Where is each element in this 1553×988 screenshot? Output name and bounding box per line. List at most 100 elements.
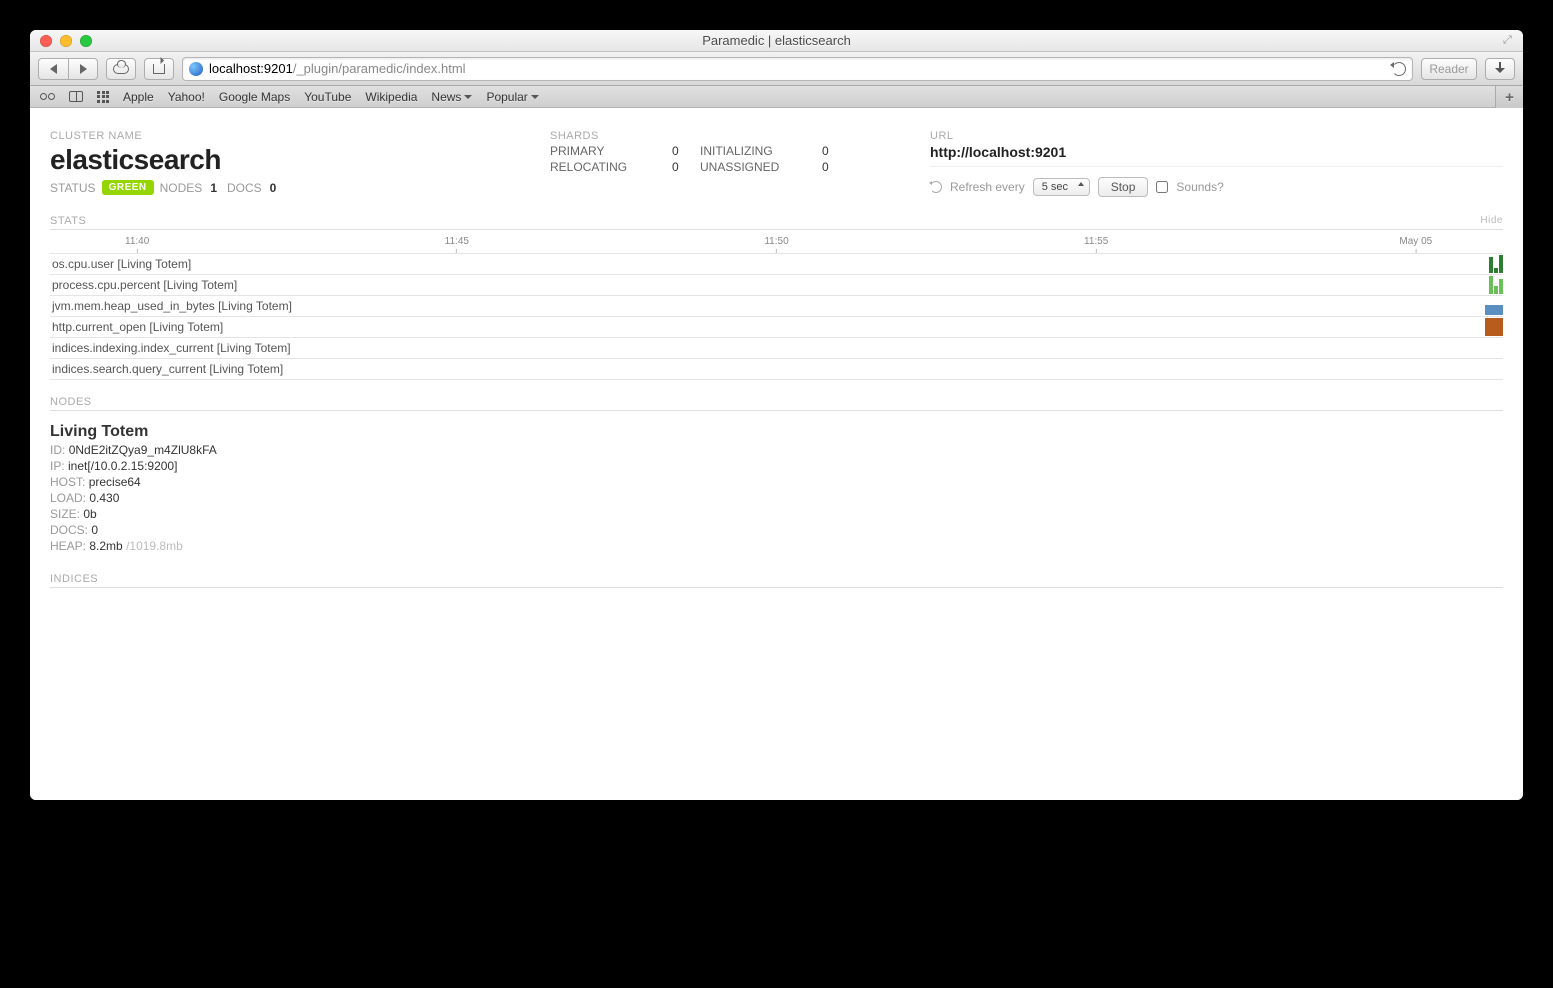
- divider: [930, 166, 1503, 167]
- timeline-tick: 11:55: [1084, 236, 1108, 253]
- page-content: CLUSTER NAME elasticsearch STATUS GREEN …: [30, 108, 1523, 800]
- download-icon: [1493, 62, 1507, 76]
- node-id: 0NdE2itZQya9_m4ZlU8kFA: [69, 443, 217, 457]
- nodes-label: NODES: [160, 181, 203, 195]
- initializing-value: 0: [822, 144, 838, 158]
- bookmark-popular[interactable]: Popular: [486, 90, 538, 104]
- url-label: URL: [930, 130, 1503, 142]
- reload-icon[interactable]: [1392, 62, 1406, 76]
- share-button[interactable]: [144, 58, 174, 80]
- node-heap-label: HEAP:: [50, 539, 86, 553]
- window-titlebar: Paramedic | elasticsearch ⤢: [30, 30, 1523, 52]
- relocating-label: RELOCATING: [550, 160, 660, 174]
- initializing-label: INITIALIZING: [700, 144, 810, 158]
- stats-timeline: 11:40 11:45 11:50 11:55 May 05: [50, 236, 1503, 254]
- indices-section-header: INDICES: [50, 573, 1503, 588]
- fullscreen-icon[interactable]: ⤢: [1503, 34, 1517, 48]
- url-panel: URL http://localhost:9201 Refresh every …: [930, 130, 1503, 197]
- docs-label: DOCS: [227, 181, 262, 195]
- node-name: Living Totem: [50, 423, 310, 441]
- refresh-label: Refresh every: [950, 180, 1025, 194]
- node-ip-label: IP:: [50, 459, 65, 473]
- window-zoom-button[interactable]: [80, 35, 92, 47]
- back-icon: [50, 64, 57, 74]
- unassigned-value: 0: [822, 160, 838, 174]
- docs-count: 0: [270, 181, 277, 195]
- cluster-url[interactable]: http://localhost:9201: [930, 144, 1503, 160]
- nodes-count: 1: [210, 181, 217, 195]
- stats-label: STATS: [50, 215, 86, 227]
- nodes-label: NODES: [50, 396, 92, 408]
- cluster-name: elasticsearch: [50, 144, 490, 176]
- browser-toolbar: localhost:9201/_plugin/paramedic/index.h…: [30, 52, 1523, 86]
- reading-list-icon[interactable]: [40, 93, 55, 100]
- cloud-icon: [113, 64, 129, 74]
- metric-label: jvm.mem.heap_used_in_bytes [Living Totem…: [52, 299, 292, 313]
- sounds-checkbox[interactable]: [1156, 181, 1168, 193]
- primary-label: PRIMARY: [550, 144, 660, 158]
- sparkline: [1485, 296, 1503, 316]
- metric-label: indices.search.query_current [Living Tot…: [52, 362, 283, 376]
- node-docs: 0: [91, 523, 98, 537]
- metric-row: jvm.mem.heap_used_in_bytes [Living Totem…: [50, 295, 1503, 317]
- bookmark-news[interactable]: News: [431, 90, 472, 104]
- stats-section-header: STATS Hide: [50, 215, 1503, 230]
- back-button[interactable]: [38, 58, 68, 80]
- node-heap-total: /1019.8mb: [126, 539, 183, 553]
- shards-label: SHARDS: [550, 130, 870, 142]
- window-close-button[interactable]: [40, 35, 52, 47]
- metric-row: indices.search.query_current [Living Tot…: [50, 358, 1503, 380]
- metric-label: http.current_open [Living Totem]: [52, 320, 223, 334]
- timeline-tick: 11:50: [764, 236, 788, 253]
- node-size-label: SIZE:: [50, 507, 80, 521]
- forward-button[interactable]: [68, 58, 98, 80]
- timeline-tick: 11:40: [125, 236, 149, 253]
- node-host-label: HOST:: [50, 475, 85, 489]
- node-size: 0b: [83, 507, 96, 521]
- status-label: STATUS: [50, 181, 96, 195]
- bookmarks-bar: Apple Yahoo! Google Maps YouTube Wikiped…: [30, 86, 1523, 108]
- bookmark-yahoo[interactable]: Yahoo!: [168, 90, 205, 104]
- metric-row: os.cpu.user [Living Totem]: [50, 253, 1503, 275]
- stop-button[interactable]: Stop: [1098, 177, 1149, 197]
- bookmarks-icon[interactable]: [69, 91, 83, 102]
- bookmark-youtube[interactable]: YouTube: [304, 90, 351, 104]
- bookmark-wikipedia[interactable]: Wikipedia: [365, 90, 417, 104]
- node-id-label: ID:: [50, 443, 65, 457]
- relocating-value: 0: [672, 160, 688, 174]
- forward-icon: [80, 64, 87, 74]
- address-bar[interactable]: localhost:9201/_plugin/paramedic/index.h…: [182, 57, 1413, 81]
- primary-value: 0: [672, 144, 688, 158]
- metric-label: process.cpu.percent [Living Totem]: [52, 278, 237, 292]
- nodes-section-header: NODES: [50, 396, 1503, 411]
- refresh-interval-select[interactable]: 5 sec: [1033, 178, 1090, 196]
- bookmark-apple[interactable]: Apple: [123, 90, 154, 104]
- icloud-button[interactable]: [106, 58, 136, 80]
- metric-row: http.current_open [Living Totem]: [50, 316, 1503, 338]
- hide-stats-link[interactable]: Hide: [1480, 215, 1503, 227]
- node-card: Living Totem ID: 0NdE2itZQya9_m4ZlU8kFA …: [50, 419, 310, 557]
- chevron-down-icon: [531, 95, 539, 99]
- timeline-tick: May 05: [1399, 236, 1432, 253]
- reader-button[interactable]: Reader: [1421, 58, 1477, 80]
- site-favicon: [189, 62, 203, 76]
- metric-row: process.cpu.percent [Living Totem]: [50, 274, 1503, 296]
- sparkline: [1489, 275, 1503, 295]
- downloads-button[interactable]: [1485, 58, 1515, 80]
- sparkline: [1489, 254, 1503, 274]
- bookmark-googlemaps[interactable]: Google Maps: [219, 90, 290, 104]
- window-title: Paramedic | elasticsearch: [30, 33, 1523, 48]
- timeline-tick: 11:45: [445, 236, 469, 253]
- node-ip: inet[/10.0.2.15:9200]: [68, 459, 177, 473]
- window-minimize-button[interactable]: [60, 35, 72, 47]
- top-sites-icon[interactable]: [97, 91, 109, 103]
- new-tab-button[interactable]: +: [1495, 86, 1523, 108]
- sparkline: [1485, 317, 1503, 337]
- url-path: /_plugin/paramedic/index.html: [293, 61, 466, 76]
- cluster-label: CLUSTER NAME: [50, 130, 490, 142]
- node-load-label: LOAD:: [50, 491, 86, 505]
- metric-label: os.cpu.user [Living Totem]: [52, 257, 191, 271]
- refresh-icon[interactable]: [930, 181, 942, 193]
- cluster-panel: CLUSTER NAME elasticsearch STATUS GREEN …: [50, 130, 490, 197]
- node-load: 0.430: [89, 491, 119, 505]
